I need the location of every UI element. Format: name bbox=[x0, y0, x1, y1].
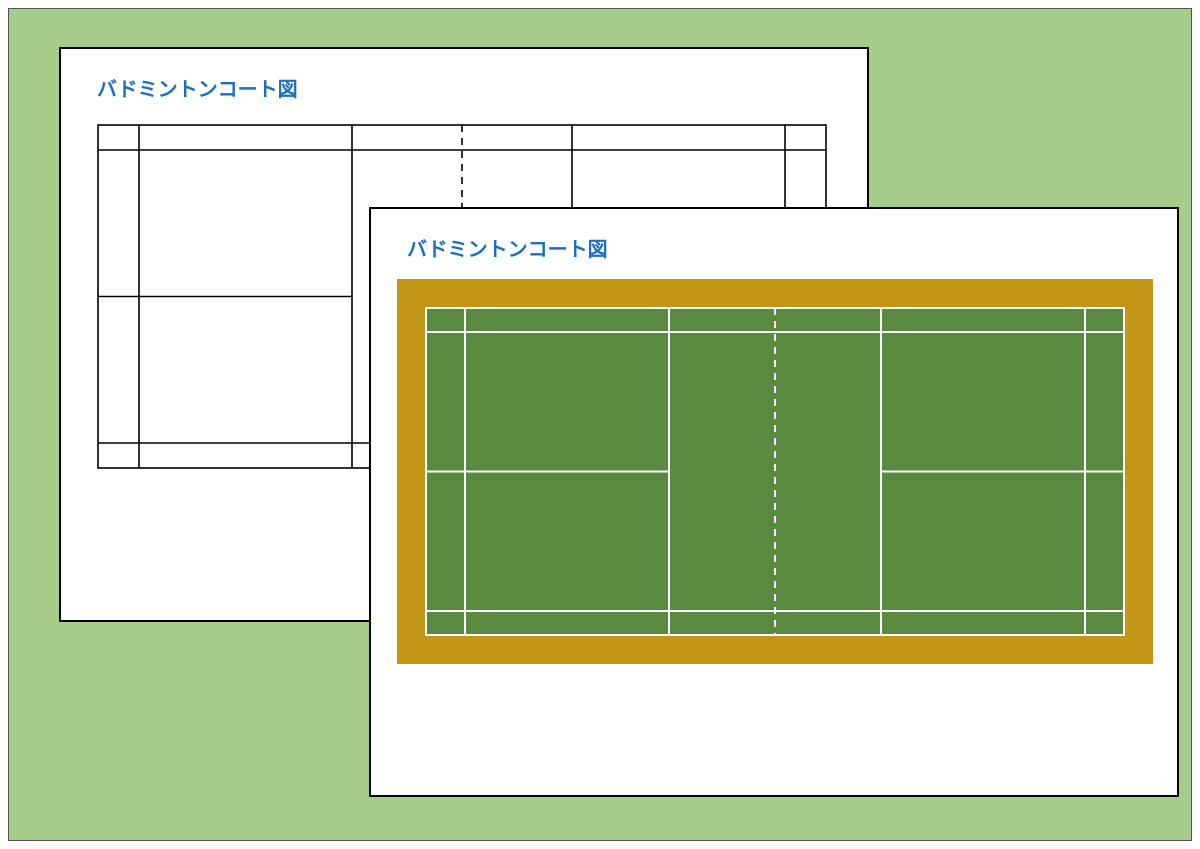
sheet-title-back: バドミントンコート図 bbox=[61, 49, 867, 102]
canvas-background: バドミントンコート図 bbox=[8, 8, 1192, 841]
badminton-court-colored-outer bbox=[397, 279, 1153, 664]
sheet-title-front: バドミントンコート図 bbox=[371, 209, 1177, 262]
sheet-colored: バドミントンコート図 bbox=[369, 207, 1179, 797]
badminton-court-colored-inner bbox=[425, 307, 1125, 636]
